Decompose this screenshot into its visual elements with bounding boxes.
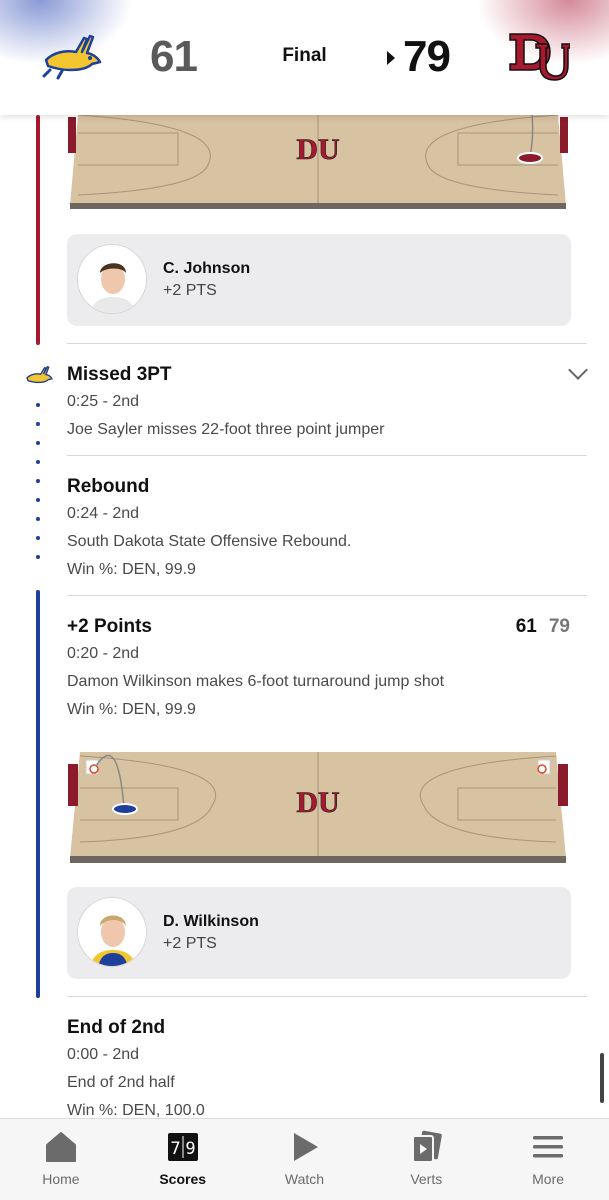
divider [67, 343, 587, 344]
shot-chart-court: DU [68, 115, 568, 209]
play-score: 61 79 [516, 614, 570, 640]
timeline-dot [36, 460, 40, 464]
tab-label: Scores [159, 1171, 207, 1187]
tab-home[interactable]: Home [0, 1119, 122, 1200]
tab-label: Verts [410, 1171, 443, 1187]
tab-verts[interactable]: Verts [365, 1119, 487, 1200]
play-description: Joe Sayler misses 22-foot three point ju… [67, 421, 385, 438]
timeline-dot [36, 517, 40, 521]
timeline-dot [36, 555, 40, 559]
play-score-home: 79 [548, 616, 570, 637]
play-time: 0:25 - 2nd [67, 393, 140, 410]
du-logo[interactable] [506, 30, 570, 82]
play-item[interactable]: Rebound 0:24 - 2nd South Dakota State Of… [67, 474, 587, 584]
winner-arrow-icon [387, 51, 395, 65]
player-avatar [77, 897, 147, 967]
player-headshot-icon [78, 898, 146, 966]
play-description: End of 2nd half [67, 1074, 175, 1091]
timeline-dot [36, 479, 40, 483]
player-card[interactable]: D. Wilkinson +2 PTS [67, 887, 571, 979]
home-icon [45, 1132, 76, 1162]
play-time: 0:20 - 2nd [67, 645, 140, 662]
player-name: C. Johnson [163, 260, 251, 277]
tab-label: More [532, 1171, 565, 1187]
timeline-dots [36, 403, 40, 574]
tab-more[interactable]: More [487, 1119, 609, 1200]
play-description: South Dakota State Offensive Rebound. [67, 533, 352, 550]
play-title: Rebound [67, 476, 150, 497]
play-time: 0:24 - 2nd [67, 505, 140, 522]
verts-icon [412, 1130, 443, 1163]
shot-chart-court: DU [68, 752, 568, 863]
svg-text:DU: DU [296, 133, 339, 166]
game-header: 61 Final 79 [0, 0, 609, 115]
sdsu-jackrabbit-icon [26, 365, 53, 384]
play-item[interactable]: +2 Points 0:20 - 2nd Damon Wilkinson mak… [67, 614, 587, 724]
play-title: +2 Points [67, 616, 152, 637]
play-item[interactable]: Missed 3PT 0:25 - 2nd Joe Sayler misses … [67, 362, 587, 444]
scoreboard-icon: 7 9 [167, 1133, 198, 1161]
svg-text:DU: DU [296, 786, 339, 819]
play-item[interactable]: End of 2nd 0:00 - 2nd End of 2nd half Wi… [67, 1015, 587, 1125]
home-score: 79 [403, 32, 451, 81]
play-score-away: 61 [515, 616, 537, 637]
scrollbar[interactable] [600, 1053, 604, 1103]
timeline-bar-away [36, 590, 40, 998]
play-win-pct: Win %: DEN, 99.9 [67, 561, 196, 578]
player-name: D. Wilkinson [163, 913, 259, 930]
timeline-dot [36, 403, 40, 407]
timeline-bar-home [36, 115, 40, 345]
player-headshot-icon [78, 245, 146, 313]
player-card[interactable]: C. Johnson +2 PTS [67, 234, 571, 326]
svg-text:7: 7 [170, 1139, 180, 1159]
play-title: End of 2nd [67, 1017, 166, 1038]
tab-watch[interactable]: Watch [244, 1119, 366, 1200]
play-win-pct: Win %: DEN, 99.9 [67, 701, 196, 718]
play-description: Damon Wilkinson makes 6-foot turnaround … [67, 673, 445, 690]
tab-bar: Home 7 9 Scores Watch Verts More [0, 1118, 609, 1200]
player-points: +2 PTS [163, 282, 217, 299]
menu-icon [533, 1136, 564, 1158]
play-title: Missed 3PT [67, 364, 172, 385]
svg-text:9: 9 [185, 1139, 195, 1159]
play-time: 0:00 - 2nd [67, 1046, 140, 1063]
play-icon [294, 1133, 319, 1161]
tab-label: Watch [284, 1171, 325, 1187]
divider [67, 595, 587, 596]
tab-scores[interactable]: 7 9 Scores [122, 1119, 244, 1200]
player-avatar [77, 244, 147, 314]
tab-label: Home [42, 1171, 80, 1187]
divider [67, 455, 587, 456]
timeline-dot [36, 498, 40, 502]
timeline-dot [36, 422, 40, 426]
timeline-dot [36, 536, 40, 540]
timeline-dot [36, 441, 40, 445]
player-points: +2 PTS [163, 935, 217, 952]
divider [67, 996, 587, 997]
